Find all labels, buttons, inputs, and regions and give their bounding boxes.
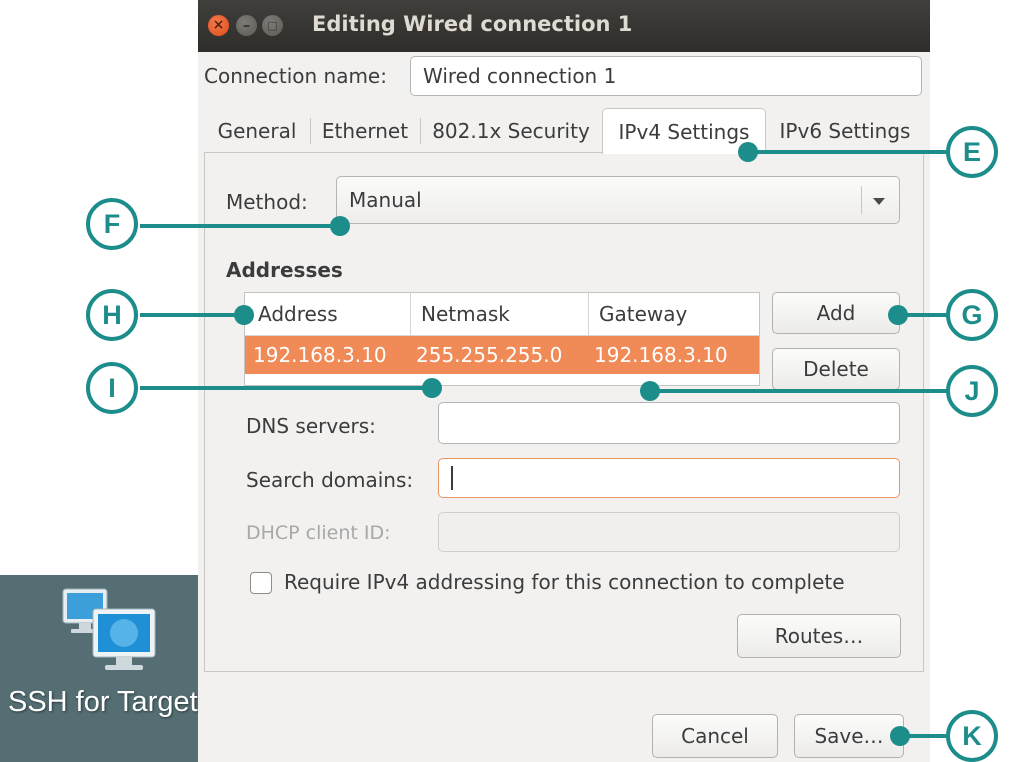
desktop-icon-label: SSH for Target xyxy=(8,686,198,718)
method-dropdown[interactable]: Manual xyxy=(336,176,900,224)
maximize-button[interactable]: □ xyxy=(262,15,283,36)
close-button[interactable]: × xyxy=(208,15,229,36)
callout-f-line xyxy=(140,224,340,228)
require-ipv4-label[interactable]: Require IPv4 addressing for this connect… xyxy=(284,570,845,594)
callout-f-dot xyxy=(330,216,350,236)
chevron-down-icon xyxy=(873,198,885,205)
window-title: Editing Wired connection 1 xyxy=(312,12,633,36)
callout-i-dot xyxy=(422,378,442,398)
dropdown-separator xyxy=(861,186,862,214)
maximize-icon: □ xyxy=(267,19,278,32)
close-icon: × xyxy=(212,17,225,33)
callout-g: G xyxy=(946,289,998,341)
callout-j-line xyxy=(650,389,948,393)
minimize-button[interactable]: – xyxy=(236,15,257,36)
callout-g-dot xyxy=(888,305,908,325)
addresses-heading: Addresses xyxy=(226,258,343,282)
require-ipv4-checkbox[interactable] xyxy=(250,572,272,594)
callout-j: J xyxy=(946,365,998,417)
dns-servers-label: DNS servers: xyxy=(246,414,376,438)
callout-k: K xyxy=(946,710,998,762)
text-caret xyxy=(451,466,453,490)
tab-ethernet[interactable]: Ethernet xyxy=(311,108,419,153)
connection-name-field[interactable]: Wired connection 1 xyxy=(410,56,922,96)
column-header-address[interactable]: Address xyxy=(248,293,410,335)
delete-button[interactable]: Delete xyxy=(772,348,900,390)
routes-button[interactable]: Routes… xyxy=(737,614,901,658)
callout-i: I xyxy=(86,362,138,414)
column-header-gateway[interactable]: Gateway xyxy=(589,293,759,335)
cell-gateway[interactable]: 192.168.3.10 xyxy=(594,336,728,374)
callout-e: E xyxy=(946,126,998,178)
tab-general[interactable]: General xyxy=(204,108,310,153)
network-computers-icon xyxy=(62,588,156,670)
minimize-icon: – xyxy=(242,16,251,34)
tab-ipv6-settings[interactable]: IPv6 Settings xyxy=(767,108,923,153)
add-button[interactable]: Add xyxy=(772,292,900,334)
callout-h-dot xyxy=(234,305,254,325)
connection-name-value: Wired connection 1 xyxy=(423,64,617,88)
callout-h-line xyxy=(140,313,244,317)
cell-address[interactable]: 192.168.3.10 xyxy=(253,336,387,374)
callout-f: F xyxy=(86,198,138,250)
callout-j-dot xyxy=(640,381,660,401)
dhcp-client-id-field xyxy=(438,512,900,552)
callout-h: H xyxy=(86,289,138,341)
save-button[interactable]: Save… xyxy=(794,714,904,758)
dns-servers-field[interactable] xyxy=(438,402,900,444)
method-label: Method: xyxy=(226,190,308,214)
column-header-netmask[interactable]: Netmask xyxy=(411,293,587,335)
search-domains-label: Search domains: xyxy=(246,468,414,492)
callout-e-line xyxy=(748,150,948,154)
callout-k-dot xyxy=(890,726,910,746)
method-value: Manual xyxy=(349,188,422,212)
dhcp-client-id-label: DHCP client ID: xyxy=(246,522,391,544)
cancel-button[interactable]: Cancel xyxy=(652,714,778,758)
cell-netmask[interactable]: 255.255.255.0 xyxy=(416,336,562,374)
tab-802-1x-security[interactable]: 802.1x Security xyxy=(421,108,601,153)
callout-e-dot xyxy=(738,142,758,162)
callout-i-line xyxy=(140,386,432,390)
search-domains-field[interactable] xyxy=(438,458,900,498)
connection-name-label: Connection name: xyxy=(204,64,387,88)
